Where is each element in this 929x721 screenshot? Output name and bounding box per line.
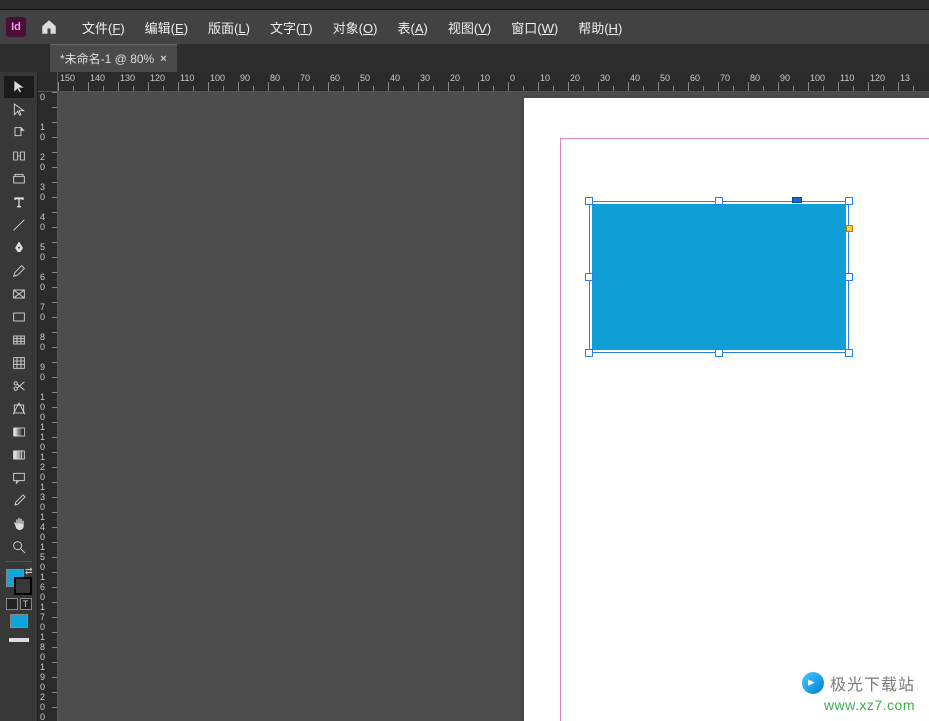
selection-handle[interactable] <box>845 349 853 357</box>
selection-tool[interactable] <box>4 76 34 98</box>
menu-window[interactable]: 窗口(W) <box>501 14 568 41</box>
window-titlebar <box>0 0 929 10</box>
ruler-origin[interactable] <box>38 72 58 92</box>
ruler-v-tick: 10 <box>38 122 57 142</box>
ruler-h-tick: 40 <box>388 72 400 91</box>
gradient-feather-tool[interactable] <box>4 444 34 466</box>
document-tab-strip: *未命名-1 @ 80% × <box>0 44 929 72</box>
ruler-h-tick: 20 <box>568 72 580 91</box>
rectangle-tool[interactable] <box>4 306 34 328</box>
menu-edit[interactable]: 编辑(E) <box>135 14 198 41</box>
note-tool[interactable] <box>4 467 34 489</box>
selection-handle[interactable] <box>715 349 723 357</box>
menu-table[interactable]: 表(A) <box>387 14 437 41</box>
ruler-h-tick: 80 <box>748 72 760 91</box>
menu-view[interactable]: 视图(V) <box>438 14 501 41</box>
ruler-h-tick: 30 <box>598 72 610 91</box>
document-tab[interactable]: *未命名-1 @ 80% × <box>50 44 177 72</box>
ruler-h-tick: 30 <box>418 72 430 91</box>
format-affects-row: T <box>6 598 32 610</box>
vertical-ruler[interactable]: 0102030405060708090100110120130140150160… <box>38 92 58 721</box>
home-icon[interactable] <box>38 16 60 38</box>
document-page[interactable] <box>524 98 929 721</box>
eyedropper-tool[interactable] <box>4 490 34 512</box>
pen-tool[interactable] <box>4 237 34 259</box>
menu-bar: Id 文件(F) 编辑(E) 版面(L) 文字(T) 对象(O) 表(A) 视图… <box>0 10 929 44</box>
app-icon: Id <box>6 17 26 37</box>
horizontal-ruler[interactable]: 1501401301201101009080706050403020100102… <box>58 72 929 92</box>
ruler-h-tick: 0 <box>508 72 515 91</box>
table-grid-tool[interactable] <box>4 352 34 374</box>
close-icon[interactable]: × <box>160 53 166 65</box>
stroke-color-swatch[interactable] <box>14 577 32 595</box>
document-tab-title: *未命名-1 @ 80% <box>60 50 154 67</box>
ruler-h-tick: 20 <box>448 72 460 91</box>
format-text-icon[interactable]: T <box>20 598 32 610</box>
ruler-h-tick: 60 <box>328 72 340 91</box>
ruler-h-tick: 80 <box>268 72 280 91</box>
scissors-tool[interactable] <box>4 375 34 397</box>
corner-radius-handle[interactable] <box>846 225 853 232</box>
ruler-h-tick: 50 <box>358 72 370 91</box>
format-container-icon[interactable] <box>6 598 18 610</box>
menu-file[interactable]: 文件(F) <box>72 14 135 41</box>
view-mode-bar[interactable] <box>4 638 34 644</box>
content-collector-tool[interactable] <box>4 168 34 190</box>
ruler-v-tick: 60 <box>38 272 57 292</box>
selection-handle[interactable] <box>845 197 853 205</box>
direct-selection-tool[interactable] <box>4 99 34 121</box>
ruler-h-tick: 90 <box>778 72 790 91</box>
hand-tool[interactable] <box>4 513 34 535</box>
gap-tool[interactable] <box>4 145 34 167</box>
menu-object[interactable]: 对象(O) <box>323 14 388 41</box>
line-tool[interactable] <box>4 214 34 236</box>
ruler-h-tick: 50 <box>658 72 670 91</box>
selection-handle[interactable] <box>715 197 723 205</box>
ruler-h-tick: 110 <box>178 72 194 91</box>
content-grabber-icon[interactable] <box>792 197 802 203</box>
ruler-v-tick: 40 <box>38 212 57 232</box>
ruler-h-tick: 110 <box>838 72 854 91</box>
selection-handle[interactable] <box>585 349 593 357</box>
ruler-h-tick: 10 <box>538 72 550 91</box>
ruler-v-tick: 70 <box>38 302 57 322</box>
menu-help[interactable]: 帮助(H) <box>568 14 632 41</box>
fill-stroke-control[interactable]: ⇄ <box>4 567 34 595</box>
apply-color-button[interactable] <box>6 611 32 631</box>
pencil-tool[interactable] <box>4 260 34 282</box>
selection-handle[interactable] <box>585 197 593 205</box>
ruler-v-tick: 50 <box>38 242 57 262</box>
swap-fill-stroke-icon[interactable]: ⇄ <box>25 566 33 577</box>
selection-handle[interactable] <box>585 273 593 281</box>
selection-bounding-box[interactable] <box>589 201 849 353</box>
ruler-v-tick: 0 <box>38 92 57 102</box>
ruler-h-tick: 13 <box>898 72 910 91</box>
gradient-swatch-tool[interactable] <box>4 421 34 443</box>
free-transform-tool[interactable] <box>4 398 34 420</box>
ruler-h-tick: 70 <box>718 72 730 91</box>
page-tool[interactable] <box>4 122 34 144</box>
selection-handle[interactable] <box>845 273 853 281</box>
ruler-h-tick: 40 <box>628 72 640 91</box>
menu-type[interactable]: 文字(T) <box>260 14 323 41</box>
type-tool[interactable] <box>4 191 34 213</box>
ruler-v-tick: 20 <box>38 152 57 172</box>
ruler-v-tick: 30 <box>38 182 57 202</box>
ruler-h-tick: 60 <box>688 72 700 91</box>
rectangle-frame-tool[interactable] <box>4 283 34 305</box>
ruler-h-tick: 10 <box>478 72 490 91</box>
canvas[interactable]: 极光下载站 www.xz7.com <box>58 92 929 721</box>
tools-panel: ⇄ T <box>0 72 38 721</box>
grid-tool[interactable] <box>4 329 34 351</box>
ruler-v-tick: 80 <box>38 332 57 352</box>
menu-layout[interactable]: 版面(L) <box>198 14 260 41</box>
zoom-tool[interactable] <box>4 536 34 558</box>
ruler-h-tick: 90 <box>238 72 250 91</box>
tool-divider <box>6 561 32 562</box>
ruler-v-tick: 90 <box>38 362 57 382</box>
ruler-h-tick: 70 <box>298 72 310 91</box>
